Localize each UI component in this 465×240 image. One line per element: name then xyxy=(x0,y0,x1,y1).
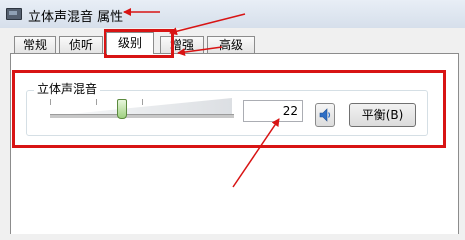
tab-general[interactable]: 常规 xyxy=(14,36,56,53)
tab-strip: 常规 侦听 级别 增强 高级 xyxy=(0,28,465,54)
title-bar: 立体声混音 属性 xyxy=(0,0,465,28)
tab-advanced[interactable]: 高级 xyxy=(207,36,255,53)
tab-listen[interactable]: 侦听 xyxy=(59,36,103,53)
sound-device-icon xyxy=(6,8,22,20)
level-area-highlight xyxy=(12,70,446,148)
tab-levels[interactable]: 级别 xyxy=(106,32,154,54)
window-title: 立体声混音 属性 xyxy=(28,10,124,25)
